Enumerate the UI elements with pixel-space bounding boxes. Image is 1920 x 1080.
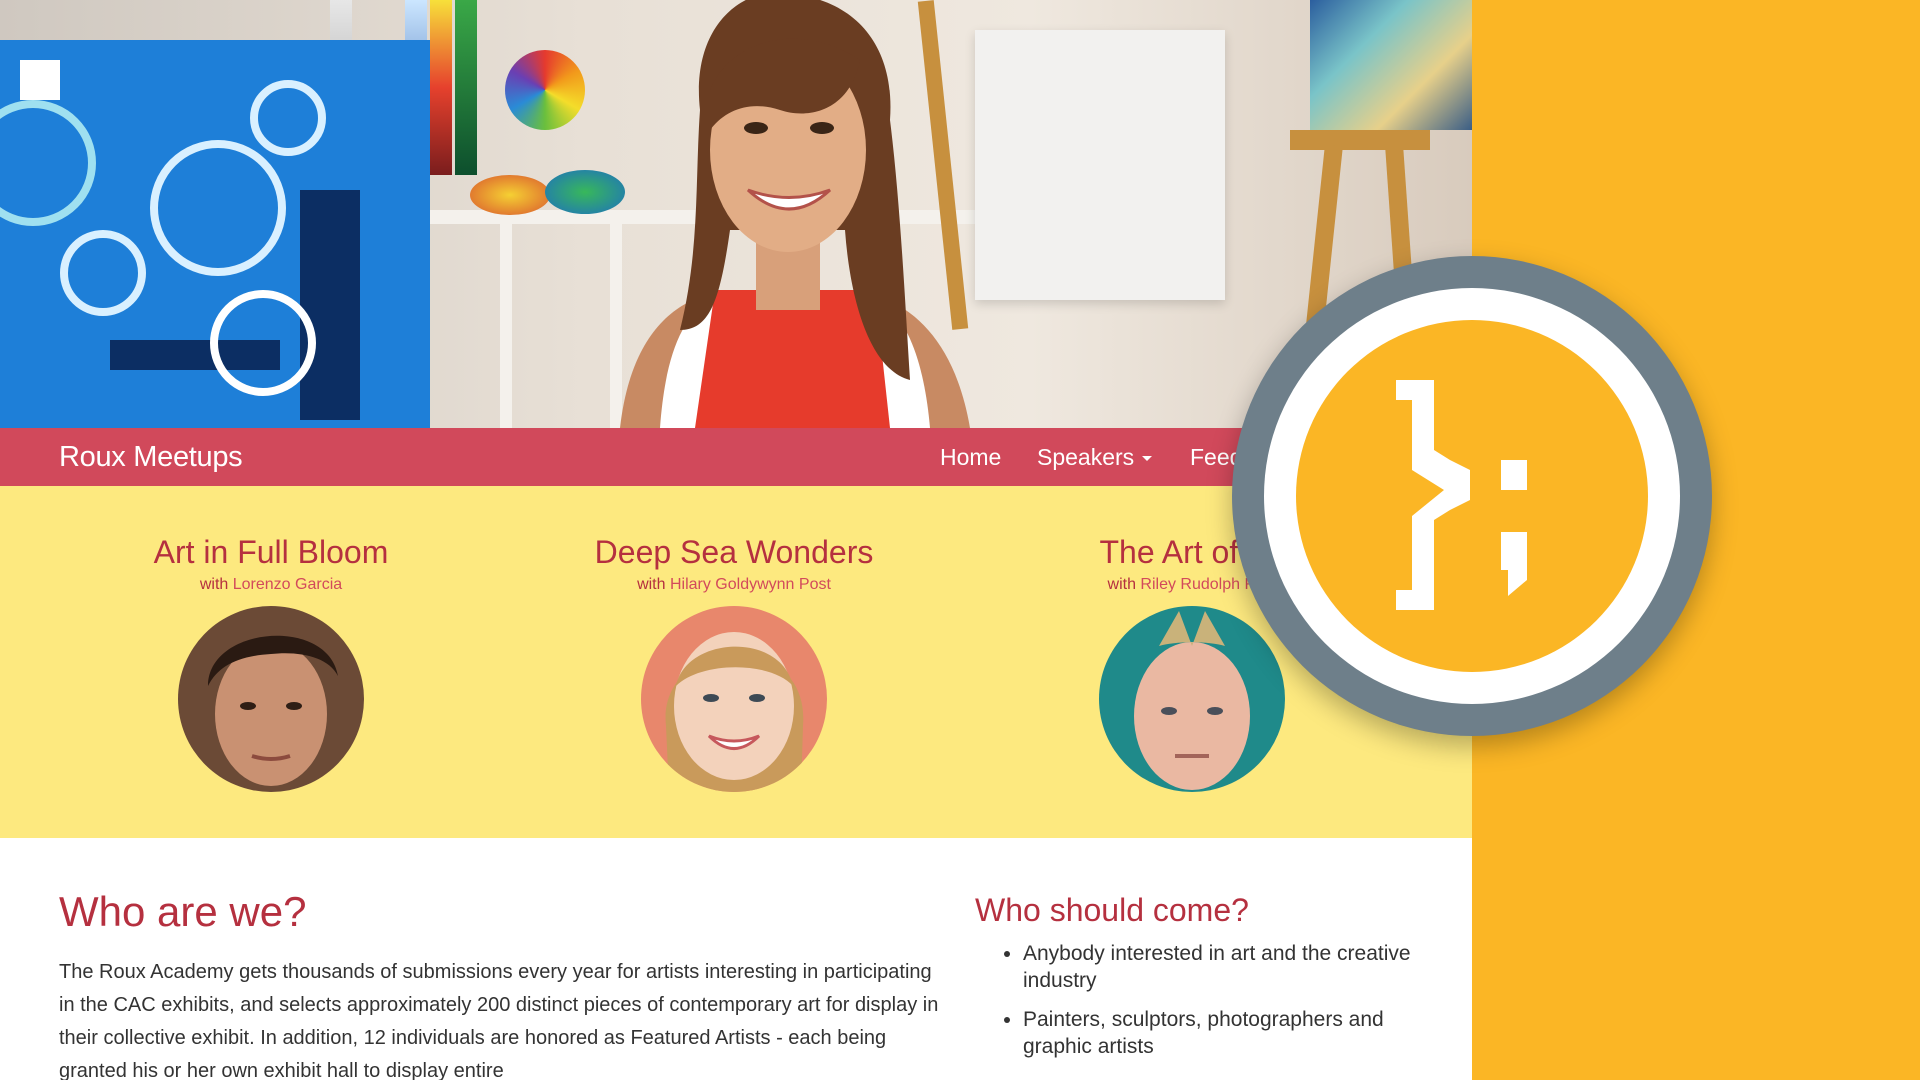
paint-swatch [455,0,477,175]
caret-down-icon [1142,456,1153,462]
who-should-come-list: Anybody interested in art and the creati… [975,940,1443,1072]
meetup-title[interactable]: Art in Full Bloom [61,532,481,572]
who-are-we-text: The Roux Academy gets thousands of submi… [59,961,939,1080]
brand-logo-text[interactable]: Roux Meetups [59,428,243,486]
speaker-name-link[interactable]: Lorenzo Garcia [233,576,342,593]
speaker-name-link[interactable]: Hilary Goldywynn Post [670,576,831,593]
with-label: with [637,576,666,593]
with-label: with [199,576,229,593]
meetup-speaker-line: with Hilary Goldywynn Post [524,576,944,594]
hero-image [0,0,1472,428]
shelf-leg [500,222,512,428]
meetup-card[interactable]: Art in Full Bloom with Lorenzo Garcia [61,486,481,792]
nav-home-label: Home [940,444,1002,470]
who-should-come-heading: Who should come? [975,892,1249,928]
speaker-avatar[interactable] [178,606,364,792]
meetup-speaker-line: with Lorenzo Garcia [61,576,481,594]
list-item: Painters, sculptors, photographers and g… [1023,1006,1443,1060]
speaker-avatar[interactable] [641,606,827,792]
list-item: Anybody interested in art and the creati… [1023,940,1443,994]
brace-semicolon-glyph-icon [1396,380,1527,610]
who-are-we-heading: Who are we? [59,888,307,935]
with-label: with [1107,576,1136,593]
meetup-title[interactable]: Deep Sea Wonders [524,532,944,572]
painting [1310,0,1472,130]
easel [1290,130,1430,150]
logo-core [1296,320,1648,672]
curly-brace-semicolon-logo-icon [1232,256,1712,736]
speaker-avatar[interactable] [1099,606,1285,792]
abstract-painting [0,40,430,428]
nav-home[interactable]: Home [940,428,1001,486]
artist-photo [620,0,970,428]
nav-speakers-dropdown[interactable]: Speakers [1037,428,1153,486]
paint-jars [470,175,550,215]
nav-speakers-label: Speakers [1037,444,1135,470]
paint-swatch [430,0,452,175]
meetup-card[interactable]: Deep Sea Wonders with Hilary Goldywynn P… [524,486,944,792]
